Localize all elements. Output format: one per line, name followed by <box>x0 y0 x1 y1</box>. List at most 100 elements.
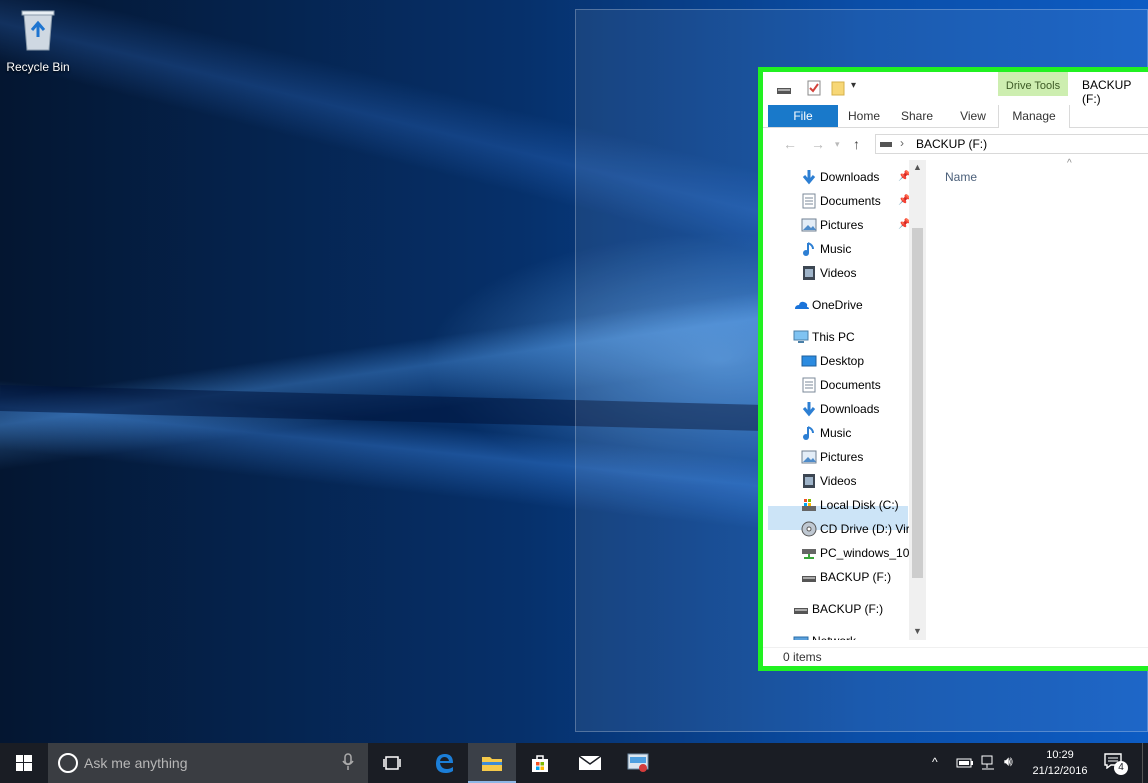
nav-item-label: Documents <box>820 194 881 208</box>
nav-item-label: Videos <box>820 266 857 280</box>
local-disk-icon <box>802 499 816 511</box>
tab-share[interactable]: Share <box>891 105 943 127</box>
taskbar: Ask me anything ^ 🔊︎ 10:29 21/12/2016 4 <box>0 743 1148 783</box>
nav-item-label: Music <box>820 426 852 440</box>
mail-button[interactable] <box>566 743 614 783</box>
nav-item-label: Pictures <box>820 218 864 232</box>
usb-drive-icon <box>802 576 816 582</box>
videos-icon <box>803 266 815 280</box>
battery-icon[interactable] <box>956 757 974 769</box>
nav-item-label: This PC <box>812 330 855 344</box>
cortana-search-box[interactable]: Ask me anything <box>48 743 368 783</box>
store-button[interactable] <box>516 743 564 783</box>
action-center-button[interactable]: 4 <box>1104 753 1128 775</box>
cortana-icon <box>58 753 78 773</box>
nav-item-label: BACKUP (F:) <box>812 602 884 616</box>
navigation-pane: Downloads 📌 Documents 📌 Pictures 📌 Music… <box>763 160 909 640</box>
recycle-bin[interactable]: Recycle Bin <box>4 8 72 74</box>
nav-item-documents[interactable]: Documents 📌 <box>801 190 909 212</box>
nav-item-label: Music <box>820 242 852 256</box>
downloads-icon <box>802 170 816 185</box>
nav-item-label: Network <box>812 630 856 640</box>
forward-arrow-icon[interactable]: → <box>811 136 825 152</box>
usb-drive-icon <box>794 608 808 614</box>
pictures-icon <box>801 218 817 232</box>
music-icon <box>803 242 814 256</box>
tab-manage[interactable]: Manage <box>998 105 1070 128</box>
scrollbar-thumb[interactable] <box>912 228 923 578</box>
recycle-bin-label: Recycle Bin <box>6 60 70 74</box>
desktop-icon <box>801 355 817 367</box>
recycle-bin-icon <box>21 10 55 51</box>
status-bar: 0 items <box>763 647 1148 666</box>
pin-icon[interactable]: 📌 <box>898 214 909 236</box>
item-count: 0 items <box>783 650 822 664</box>
tab-home[interactable]: Home <box>833 105 895 127</box>
properties-icon[interactable] <box>807 80 821 96</box>
control-panel-button[interactable] <box>614 743 662 783</box>
show-hidden-icons-icon[interactable]: ^ <box>932 755 938 769</box>
nav-item-label: Videos <box>820 474 857 488</box>
column-header-name[interactable]: Name <box>945 170 977 184</box>
windows-logo-icon <box>16 755 32 771</box>
pin-icon[interactable]: 📌 <box>898 190 909 212</box>
file-explorer-taskbar-button[interactable] <box>468 743 516 783</box>
drive-icon[interactable] <box>777 85 791 95</box>
address-bar[interactable]: › BACKUP (F:) <box>875 134 1148 154</box>
nav-item-label: PC_windows_10 <box>820 546 909 560</box>
this-pc-icon <box>793 330 809 343</box>
show-desktop-button[interactable] <box>1142 743 1148 783</box>
pin-icon[interactable]: 📌 <box>898 166 909 188</box>
videos-icon <box>803 474 815 488</box>
ribbon-tabs: File Home Share View Manage <box>763 105 1148 128</box>
edge-button[interactable] <box>420 743 468 783</box>
address-path[interactable]: BACKUP (F:) <box>916 137 987 151</box>
file-list-pane[interactable]: ^ Name <box>927 158 1148 640</box>
scroll-down-icon[interactable]: ▼ <box>913 626 922 636</box>
start-button[interactable] <box>0 743 48 783</box>
nav-item-label: Desktop <box>820 354 865 368</box>
file-explorer-window[interactable]: ▾ Drive Tools BACKUP (F:) File Home Shar… <box>758 67 1148 671</box>
up-arrow-icon[interactable]: ↑ <box>853 136 860 152</box>
new-folder-icon[interactable] <box>831 80 845 96</box>
clock[interactable]: 10:29 21/12/2016 <box>1024 747 1096 779</box>
documents-icon <box>802 193 816 209</box>
tab-file[interactable]: File <box>768 105 838 127</box>
drive-tools-context-tab: Drive Tools <box>998 72 1068 96</box>
nav-item-label: Documents <box>820 378 881 392</box>
music-icon <box>803 426 814 440</box>
clock-time: 10:29 <box>1046 749 1074 761</box>
nav-item-label: OneDrive <box>812 298 863 312</box>
nav-item-label: Downloads <box>820 170 880 184</box>
search-placeholder[interactable]: Ask me anything <box>84 755 188 771</box>
nav-pane-scrollbar[interactable]: ▲ ▼ <box>909 160 926 640</box>
cd-drive-icon <box>801 521 817 537</box>
back-arrow-icon[interactable]: ← <box>783 136 797 152</box>
nav-item-pictures[interactable]: Pictures 📌 <box>801 214 909 236</box>
onedrive-icon <box>795 301 809 309</box>
volume-icon[interactable]: 🔊︎ <box>1004 753 1013 770</box>
sort-ascending-icon: ^ <box>1067 158 1072 169</box>
tab-view[interactable]: View <box>947 105 999 127</box>
task-view-icon <box>383 756 401 770</box>
notification-badge: 4 <box>1114 761 1128 775</box>
customize-qat-icon[interactable]: ▾ <box>851 80 856 91</box>
mail-icon <box>578 755 602 770</box>
nav-item-label: Local Disk (C:) <box>820 498 899 512</box>
pictures-icon <box>801 450 817 464</box>
network-status-icon[interactable] <box>980 755 998 771</box>
breadcrumb-chevron-icon[interactable]: › <box>900 136 904 150</box>
microphone-icon[interactable] <box>342 753 354 771</box>
nav-item-label: Downloads <box>820 402 880 416</box>
file-explorer-icon <box>482 757 502 771</box>
window-title: BACKUP (F:) <box>1082 78 1132 106</box>
network-drive-icon <box>802 549 816 559</box>
nav-item-downloads[interactable]: Downloads 📌 <box>801 166 909 188</box>
control-panel-icon <box>627 753 649 772</box>
downloads-icon <box>802 402 816 417</box>
recent-locations-icon[interactable]: ▾ <box>835 139 840 150</box>
task-view-button[interactable] <box>368 743 416 783</box>
scroll-up-icon[interactable]: ▲ <box>913 162 922 172</box>
store-icon <box>532 755 548 772</box>
nav-item-label: Pictures <box>820 450 864 464</box>
